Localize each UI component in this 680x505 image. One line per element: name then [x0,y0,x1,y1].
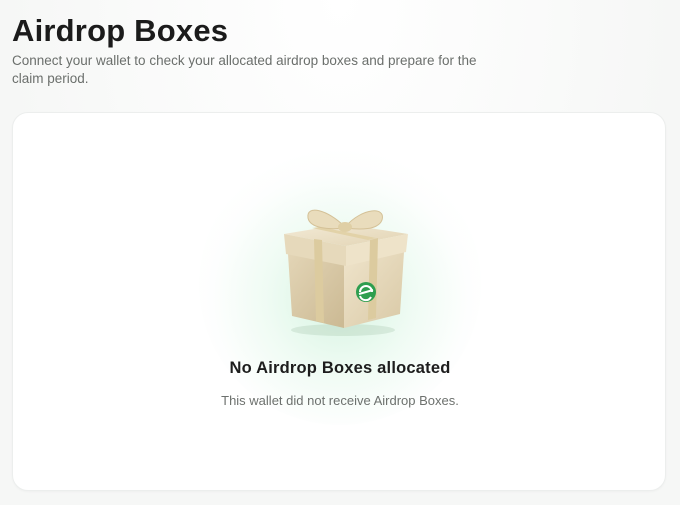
empty-state-title: No Airdrop Boxes allocated [229,359,451,377]
page-title: Airdrop Boxes [12,13,229,48]
airdrop-boxes-page: Airdrop Boxes Connect your wallet to che… [0,0,680,505]
gift-box-icon [284,209,408,336]
airdrop-boxes-card: No Airdrop Boxes allocated This wallet d… [12,112,666,491]
page-subtitle: Connect your wallet to check your alloca… [12,53,477,86]
empty-state-description: This wallet did not receive Airdrop Boxe… [221,393,459,408]
